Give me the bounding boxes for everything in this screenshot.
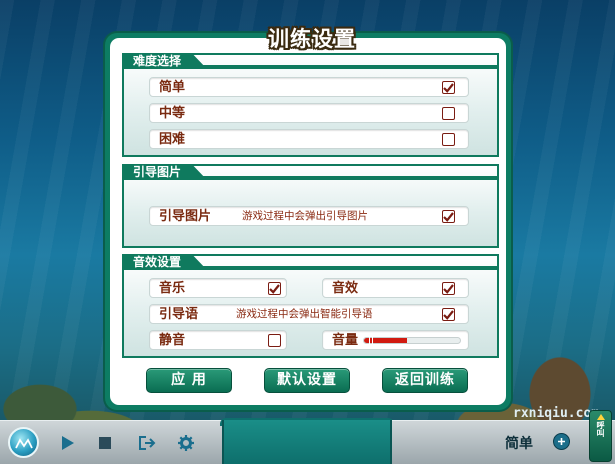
checkbox-easy[interactable] bbox=[442, 81, 455, 94]
music-row[interactable]: 音乐 bbox=[149, 278, 287, 298]
checkbox-effects[interactable] bbox=[442, 282, 455, 295]
bottom-toolbar: 简单 bbox=[0, 418, 615, 464]
toolbar-right-panel bbox=[392, 420, 615, 464]
option-label: 音量 bbox=[332, 333, 359, 348]
option-label: 音效 bbox=[332, 281, 359, 296]
option-label: 中等 bbox=[159, 106, 186, 121]
up-arrow-icon bbox=[596, 414, 605, 420]
section-title: 引导图片 bbox=[122, 164, 208, 180]
checkbox-music[interactable] bbox=[268, 282, 281, 295]
option-label: 音乐 bbox=[159, 281, 186, 296]
toolbar-left-panel bbox=[0, 420, 222, 464]
play-icon[interactable] bbox=[59, 434, 77, 452]
section-title: 音效设置 bbox=[122, 254, 208, 270]
checkbox-hard[interactable] bbox=[442, 133, 455, 146]
gear-icon[interactable] bbox=[177, 434, 195, 452]
level-info-icon[interactable] bbox=[553, 433, 570, 450]
dialog-title-wrap: 训练设置 bbox=[247, 21, 377, 55]
training-settings-dialog: 训练设置 难度选择 简单 中等 困难 引导图片 引导图片 游戏过程中会弹出引导图… bbox=[105, 27, 511, 410]
watermark-text: rxniqiu.com bbox=[513, 406, 600, 421]
stop-icon[interactable] bbox=[96, 434, 114, 452]
section-header: 引导图片 bbox=[122, 164, 499, 180]
call-side-tab[interactable]: 呼叫 bbox=[589, 410, 612, 462]
difficulty-section: 难度选择 简单 中等 困难 bbox=[122, 53, 499, 157]
exit-icon[interactable] bbox=[138, 434, 156, 452]
section-header: 音效设置 bbox=[122, 254, 499, 270]
difficulty-option-easy[interactable]: 简单 bbox=[149, 77, 469, 97]
option-label: 引导语 bbox=[159, 307, 199, 322]
dialog-body: 训练设置 难度选择 简单 中等 困难 引导图片 引导图片 游戏过程中会弹出引导图… bbox=[110, 27, 506, 405]
volume-slider-handle[interactable] bbox=[367, 336, 375, 345]
dialog-title: 训练设置 bbox=[268, 27, 356, 51]
difficulty-option-medium[interactable]: 中等 bbox=[149, 103, 469, 123]
guide-image-section: 引导图片 引导图片 游戏过程中会弹出引导图片 bbox=[122, 164, 499, 248]
effects-row[interactable]: 音效 bbox=[322, 278, 469, 298]
apply-button[interactable]: 应 用 bbox=[146, 368, 232, 393]
volume-row: 音量 bbox=[322, 330, 469, 350]
app-logo-icon[interactable] bbox=[8, 427, 39, 458]
checkbox-mute[interactable] bbox=[268, 334, 281, 347]
option-description: 游戏过程中会弹出智能引导语 bbox=[236, 308, 373, 320]
voice-guide-row[interactable]: 引导语 游戏过程中会弹出智能引导语 bbox=[149, 304, 469, 324]
toolbar-center-panel bbox=[222, 420, 392, 464]
section-title: 难度选择 bbox=[122, 53, 208, 69]
checkbox-guide-image[interactable] bbox=[442, 210, 455, 223]
mute-row[interactable]: 静音 bbox=[149, 330, 287, 350]
side-tab-label: 呼叫 bbox=[596, 421, 605, 437]
option-label: 静音 bbox=[159, 333, 186, 348]
guide-image-row[interactable]: 引导图片 游戏过程中会弹出引导图片 bbox=[149, 206, 469, 226]
back-to-training-button[interactable]: 返回训练 bbox=[382, 368, 468, 393]
option-label: 困难 bbox=[159, 132, 186, 147]
checkbox-voice-guide[interactable] bbox=[442, 308, 455, 321]
volume-slider[interactable] bbox=[363, 337, 461, 344]
default-settings-button[interactable]: 默认设置 bbox=[264, 368, 350, 393]
sound-section: 音效设置 音乐 音效 引导语 游戏过程中会弹出智能引导语 静音 音量 bbox=[122, 254, 499, 358]
option-description: 游戏过程中会弹出引导图片 bbox=[242, 210, 368, 222]
section-header: 难度选择 bbox=[122, 53, 499, 69]
checkbox-medium[interactable] bbox=[442, 107, 455, 120]
option-label: 简单 bbox=[159, 80, 186, 95]
difficulty-option-hard[interactable]: 困难 bbox=[149, 129, 469, 149]
current-level-label: 简单 bbox=[505, 436, 533, 452]
option-label: 引导图片 bbox=[159, 209, 212, 224]
